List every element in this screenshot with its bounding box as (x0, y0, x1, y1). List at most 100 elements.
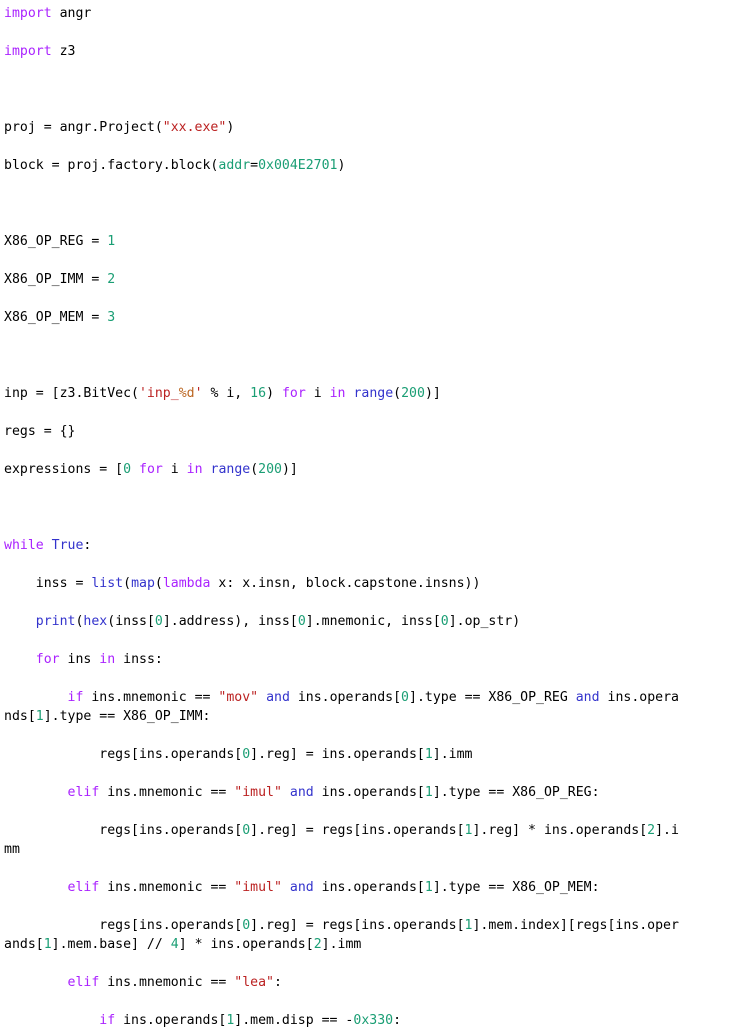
code-token-num: 3 (107, 310, 116, 325)
code-token-str: "xx.exe" (162, 120, 227, 135)
code-token-str: "lea" (234, 975, 274, 990)
code-token-plain: ].type == X86_OP_MEM: (432, 880, 600, 895)
code-token-bi: range (210, 462, 251, 477)
code-token-kw: in (329, 386, 346, 401)
code-token-str: ' (194, 386, 203, 401)
code-token-plain: = (250, 158, 259, 173)
code-token-plain: regs[ins.operands[ (4, 747, 243, 762)
code-token-plain: (inss[ (107, 614, 155, 629)
code-token-plain: ].type == X86_OP_REG (409, 690, 576, 705)
code-line: if ins.mnemonic == "mov" and ins.operand… (4, 688, 684, 726)
code-viewer[interactable]: import angr import z3 proj = angr.Projec… (0, 0, 746, 1028)
code-token-num: 1 (107, 234, 116, 249)
code-token-kw: if (67, 690, 84, 705)
code-token-num: 16 (250, 386, 267, 401)
code-line: import angr (4, 4, 684, 23)
code-token-plain: ].mnemonic, inss[ (305, 614, 441, 629)
code-line: block = proj.factory.block(addr=0x004E27… (4, 156, 684, 175)
code-token-plain: ].imm (321, 937, 362, 952)
code-token-plain: ].reg] = ins.operands[ (250, 747, 425, 762)
code-token-plain: ] * ins.operands[ (178, 937, 314, 952)
code-token-plain: regs[ins.operands[ (4, 823, 243, 838)
code-line: import z3 (4, 42, 684, 61)
code-token-num: 0 (123, 462, 132, 477)
code-token-num: 1 (424, 747, 433, 762)
code-token-num: 1 (226, 1013, 235, 1028)
code-token-plain: ].address), inss[ (162, 614, 298, 629)
code-token-plain: expressions = [ (4, 462, 124, 477)
code-token-kwarg: addr (218, 158, 251, 173)
code-line: inss = list(map(lambda x: x.insn, block.… (4, 574, 684, 593)
code-token-plain: X86_OP_MEM = (4, 310, 108, 325)
code-line: regs = {} (4, 422, 684, 441)
code-token-kw: lambda (162, 576, 211, 591)
code-token-kw: for (281, 386, 306, 401)
code-line: for ins in inss: (4, 650, 684, 669)
code-token-plain: x: x.insn, block.capstone.insns)) (210, 576, 481, 591)
code-token-plain: ins.operands[ (313, 880, 425, 895)
code-line: expressions = [0 for i in range(200)] (4, 460, 684, 479)
code-token-plain: ins.operands[ (115, 1013, 227, 1028)
source-code-text[interactable]: import angr import z3 proj = angr.Projec… (4, 4, 684, 1030)
code-token-plain: i (162, 462, 187, 477)
code-token-plain: ) (266, 386, 282, 401)
code-token-num: 4 (170, 937, 179, 952)
code-token-num: 1 (35, 709, 44, 724)
code-line: while True: (4, 536, 684, 555)
code-token-opw: and (266, 690, 290, 705)
code-token-plain: ].imm (432, 747, 473, 762)
code-token-bi: map (131, 576, 155, 591)
code-token-plain: % i, (202, 386, 251, 401)
code-line: inp = [z3.BitVec('inp_%d' % i, 16) for i… (4, 384, 684, 403)
code-token-plain: )] (424, 386, 441, 401)
code-token-bi: hex (83, 614, 108, 629)
code-token-plain: angr (51, 6, 92, 21)
code-token-str: "imul" (234, 785, 282, 800)
code-token-plain: ].type == X86_OP_REG: (432, 785, 600, 800)
code-token-num: 2 (647, 823, 656, 838)
code-token-plain: ins.mnemonic == (99, 975, 235, 990)
code-line: print(hex(inss[0].address), inss[0].mnem… (4, 612, 684, 631)
code-token-num: 0 (154, 614, 163, 629)
code-token-plain: ins.operands[ (289, 690, 402, 705)
code-token-bi: list (91, 576, 124, 591)
code-token-plain: regs[ins.operands[ (4, 918, 243, 933)
code-token-plain: : (83, 538, 92, 553)
code-token-plain: inss = (4, 576, 92, 591)
code-line: X86_OP_REG = 1 (4, 232, 684, 251)
code-token-str: "mov" (218, 690, 259, 705)
code-token-bi: print (35, 614, 76, 629)
code-line: X86_OP_IMM = 2 (4, 270, 684, 289)
code-token-plain: ins.mnemonic == (83, 690, 219, 705)
code-token-num: 2 (107, 272, 116, 287)
code-token-kw: elif (67, 975, 100, 990)
code-token-str: "imul" (234, 880, 282, 895)
code-token-num: 1 (464, 918, 473, 933)
code-token-num: 1 (424, 880, 433, 895)
code-line: elif ins.mnemonic == "imul" and ins.oper… (4, 783, 684, 802)
code-token-plain: regs = {} (4, 424, 76, 439)
code-token-plain: block = proj.factory.block( (4, 158, 219, 173)
code-line: regs[ins.operands[0].reg] = ins.operands… (4, 745, 684, 764)
code-token-opw: and (289, 785, 314, 800)
code-token-opw: and (575, 690, 600, 705)
code-token-plain: ) (337, 158, 346, 173)
code-token-num: 1 (43, 937, 52, 952)
code-token-plain: ( (393, 386, 402, 401)
code-token-num: 1 (464, 823, 473, 838)
code-token-plain: ) (226, 120, 235, 135)
code-token-num: 0 (242, 823, 251, 838)
code-token-num: 0x004E2701 (258, 158, 338, 173)
